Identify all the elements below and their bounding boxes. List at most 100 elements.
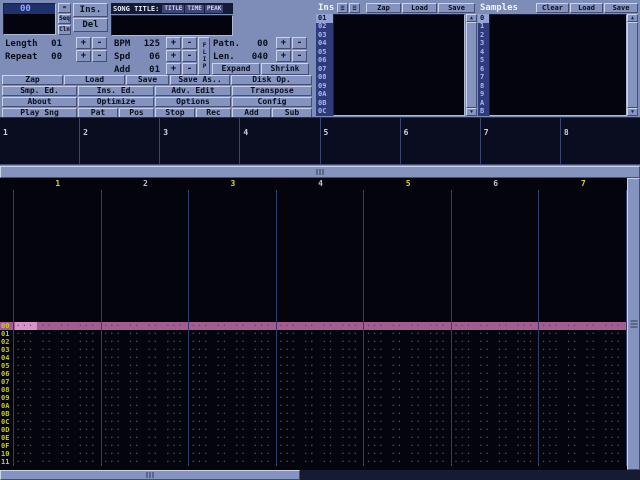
instrument-list-toggle2-icon[interactable]: ≡ [349, 3, 360, 13]
pattern-cell-ch7[interactable]: ··· ·· ·· ··· [539, 362, 627, 370]
instrument-number-list[interactable]: 0102030405060708090A0B0C [316, 14, 333, 116]
options-button[interactable]: Options [155, 97, 231, 107]
sample-item-6[interactable]: 6 [478, 65, 489, 74]
pattern-cell-ch5[interactable]: ··· ·· ·· ··· [364, 354, 452, 362]
pattern-cell-ch7[interactable]: ··· ·· ·· ··· [539, 426, 627, 434]
sample-scrollbar[interactable]: ▲ ▼ [627, 14, 638, 116]
pattern-cell-ch3[interactable]: ··· ·· ·· ··· [189, 394, 277, 402]
pattern-cell-ch5[interactable]: ··· ·· ·· ··· [364, 410, 452, 418]
scope-channel-2[interactable]: 2 [80, 118, 160, 164]
pattern-cell-ch2[interactable]: ··· ·· ·· ··· [102, 346, 190, 354]
instrument-name-list[interactable] [333, 14, 465, 116]
scope-channel-1[interactable]: 1 [0, 118, 80, 164]
pattern-cell-ch1[interactable]: ··· ·· ·· ··· [14, 394, 102, 402]
instrument-item-08[interactable]: 08 [316, 74, 333, 83]
pattern-cell-ch5[interactable]: ··· ·· ·· ··· [364, 378, 452, 386]
pattern-cell-ch5[interactable]: ··· ·· ·· ··· [364, 370, 452, 378]
pattern-cursor-cell-ch7[interactable]: ··· ·· ·· ··· [539, 322, 627, 330]
instrument-item-0B[interactable]: 0B [316, 99, 333, 108]
instrument-item-06[interactable]: 06 [316, 57, 333, 66]
instrument-item-05[interactable]: 05 [316, 48, 333, 57]
pattern-cell-ch6[interactable]: ··· ·· ·· ··· [452, 386, 540, 394]
pattern-cell-ch2[interactable]: ··· ·· ·· ··· [102, 418, 190, 426]
speed-minus-button[interactable]: - [182, 50, 197, 62]
sample-item-8[interactable]: 8 [478, 82, 489, 91]
pattern-cell-ch5[interactable]: ··· ·· ·· ··· [364, 426, 452, 434]
pattern-cell-ch7[interactable]: ··· ·· ·· ··· [539, 442, 627, 450]
pattern-cell-ch1[interactable]: ··· ·· ·· ··· [14, 458, 102, 466]
pattern-cell-ch6[interactable]: ··· ·· ·· ··· [452, 458, 540, 466]
pattern-cell-ch7[interactable]: ··· ·· ·· ··· [539, 386, 627, 394]
pattern-cell-ch5[interactable]: ··· ·· ·· ··· [364, 386, 452, 394]
pattern-cell-ch1[interactable]: ··· ·· ·· ··· [14, 330, 102, 338]
pattern-channel-header-6[interactable]: 6 [452, 178, 540, 190]
pattern-cell-ch1[interactable]: ··· ·· ·· ··· [14, 378, 102, 386]
pattern-cell-ch1[interactable]: ··· ·· ·· ··· [14, 434, 102, 442]
pattern-cell-ch1[interactable]: ··· ·· ·· ··· [14, 370, 102, 378]
pattern-cell-ch6[interactable]: ··· ·· ·· ··· [452, 394, 540, 402]
pattern-cell-ch6[interactable]: ··· ·· ·· ··· [452, 442, 540, 450]
length-plus-button[interactable]: + [76, 37, 91, 49]
pattern-cell-ch4[interactable]: ··· ·· ·· ··· [277, 434, 365, 442]
pattern-cell-ch5[interactable]: ··· ·· ·· ··· [364, 338, 452, 346]
position-cln-button[interactable]: Cln [58, 25, 71, 35]
pattern-cell-ch2[interactable]: ··· ·· ·· ··· [102, 442, 190, 450]
pattern-cell-ch7[interactable]: ··· ·· ·· ··· [539, 450, 627, 458]
pattern-cursor-cell-ch6[interactable]: ··· ·· ·· ··· [452, 322, 540, 330]
sample-item-7[interactable]: 7 [478, 74, 489, 83]
instrument-scrollbar-thumb[interactable] [466, 22, 477, 108]
sample-clear-button[interactable]: Clear [536, 3, 569, 13]
position-entry[interactable]: 00 [4, 4, 55, 14]
disk-op-button[interactable]: Disk Op. [231, 75, 312, 85]
pattern-cursor-cell-ch2[interactable]: ··· ·· ·· ··· [102, 322, 190, 330]
save-button[interactable]: Save [126, 75, 169, 85]
pattern-cell-ch1[interactable]: ··· ·· ·· ··· [14, 338, 102, 346]
pattern-channel-header-7[interactable]: 7 [539, 178, 627, 190]
pattern-cell-ch4[interactable]: ··· ·· ·· ··· [277, 450, 365, 458]
expand-button[interactable]: Expand [212, 63, 260, 75]
pattern-cell-ch7[interactable]: ··· ·· ·· ··· [539, 354, 627, 362]
pattern-cell-ch6[interactable]: ··· ·· ·· ··· [452, 354, 540, 362]
sample-scrollbar-thumb[interactable] [627, 22, 638, 108]
sample-item-1[interactable]: 1 [478, 23, 489, 32]
pattern-cell-ch7[interactable]: ··· ·· ·· ··· [539, 346, 627, 354]
pattern-hscrollbar[interactable] [0, 166, 640, 178]
pattern-cell-ch1[interactable]: ··· ·· ·· ··· [14, 354, 102, 362]
pattern-cell-ch4[interactable]: ··· ·· ·· ··· [277, 378, 365, 386]
pattern-cell-ch2[interactable]: ··· ·· ·· ··· [102, 362, 190, 370]
sample-item-5[interactable]: 5 [478, 57, 489, 66]
add-plus-button[interactable]: + [166, 63, 181, 75]
pattern-cell-ch3[interactable]: ··· ·· ·· ··· [189, 426, 277, 434]
pattern-cell-ch6[interactable]: ··· ·· ·· ··· [452, 410, 540, 418]
tab-title[interactable]: TITLE [162, 5, 184, 13]
repeat-minus-button[interactable]: - [92, 50, 107, 62]
pattern-cell-ch6[interactable]: ··· ·· ·· ··· [452, 378, 540, 386]
sample-editor-button[interactable]: Smp. Ed. [2, 86, 77, 96]
pattern-cell-ch6[interactable]: ··· ·· ·· ··· [452, 330, 540, 338]
pattern-channel-header-4[interactable]: 4 [277, 178, 365, 190]
position-list[interactable]: 00 [3, 3, 56, 35]
song-title-input[interactable] [111, 15, 233, 36]
scope-channel-6[interactable]: 6 [401, 118, 481, 164]
pattern-cell-ch1[interactable]: ··· ·· ·· ··· [14, 442, 102, 450]
sample-item-B[interactable]: B [478, 108, 489, 117]
pattern-cell-ch2[interactable]: ··· ·· ·· ··· [102, 394, 190, 402]
scroll-up-icon[interactable]: ▲ [627, 14, 638, 22]
pattern-cell-ch4[interactable]: ··· ·· ·· ··· [277, 458, 365, 466]
transpose-button[interactable]: Transpose [232, 86, 312, 96]
pattern-channel-header-1[interactable]: 1 [14, 178, 102, 190]
pattern-cell-ch7[interactable]: ··· ·· ·· ··· [539, 418, 627, 426]
sample-item-0[interactable]: 0 [478, 14, 489, 23]
instrument-editor-button[interactable]: Ins. Ed. [78, 86, 154, 96]
instrument-zap-button[interactable]: Zap [366, 3, 401, 13]
pattern-cell-ch6[interactable]: ··· ·· ·· ··· [452, 402, 540, 410]
instrument-item-04[interactable]: 04 [316, 40, 333, 49]
instrument-save-button[interactable]: Save [438, 3, 475, 13]
instrument-item-0A[interactable]: 0A [316, 91, 333, 100]
pattern-number-plus-button[interactable]: + [276, 37, 291, 49]
pattern-cell-ch2[interactable]: ··· ·· ·· ··· [102, 458, 190, 466]
pattern-cell-ch7[interactable]: ··· ·· ·· ··· [539, 402, 627, 410]
sample-item-4[interactable]: 4 [478, 48, 489, 57]
pattern-cell-ch4[interactable]: ··· ·· ·· ··· [277, 338, 365, 346]
add-minus-button[interactable]: - [182, 63, 197, 75]
